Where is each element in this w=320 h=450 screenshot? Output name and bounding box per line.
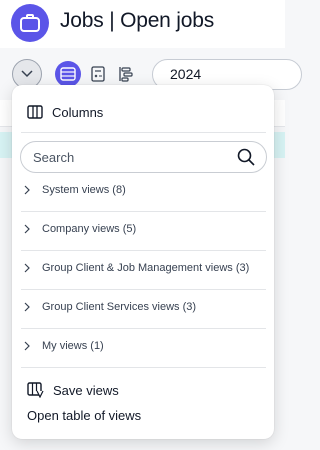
view-group-label: Company views (5) bbox=[42, 223, 137, 235]
view-group-company[interactable]: Company views (5) bbox=[22, 219, 136, 239]
views-menu: Columns System views (8) Company views (… bbox=[12, 85, 274, 439]
chevron-right-icon bbox=[22, 302, 32, 312]
divider bbox=[21, 211, 266, 212]
table-view-button[interactable] bbox=[55, 61, 81, 87]
page-title: Jobs | Open jobs bbox=[60, 9, 215, 32]
open-table-of-views-link[interactable]: Open table of views bbox=[27, 408, 141, 423]
chevron-down-icon bbox=[21, 70, 33, 78]
search-input[interactable] bbox=[33, 142, 223, 172]
search-icon[interactable] bbox=[236, 147, 256, 167]
timeline-icon bbox=[119, 67, 133, 82]
divider bbox=[21, 132, 266, 133]
columns-label: Columns bbox=[52, 104, 104, 120]
view-group-client-services[interactable]: Group Client Services views (3) bbox=[22, 297, 196, 317]
divider bbox=[21, 250, 266, 251]
divider bbox=[21, 367, 266, 368]
save-views-menu-item[interactable]: Save views bbox=[27, 380, 119, 400]
divider bbox=[21, 289, 266, 290]
chevron-right-icon bbox=[22, 224, 32, 234]
chevron-right-icon bbox=[22, 341, 32, 351]
view-group-label: Group Client & Job Management views (3) bbox=[42, 262, 250, 274]
views-search bbox=[20, 141, 267, 173]
save-views-label: Save views bbox=[53, 382, 119, 398]
view-group-system[interactable]: System views (8) bbox=[22, 180, 126, 200]
view-group-label: My views (1) bbox=[42, 340, 104, 352]
timeline-view-button[interactable] bbox=[113, 61, 139, 87]
view-group-client-job-management[interactable]: Group Client & Job Management views (3) bbox=[22, 258, 249, 278]
chevron-right-icon bbox=[22, 185, 32, 195]
briefcase-icon bbox=[11, 4, 49, 42]
calculator-icon bbox=[91, 66, 105, 82]
save-views-icon bbox=[27, 382, 44, 398]
columns-menu-item[interactable]: Columns bbox=[27, 102, 103, 122]
view-group-label: System views (8) bbox=[42, 184, 126, 196]
chevron-right-icon bbox=[22, 263, 32, 273]
view-group-my-views[interactable]: My views (1) bbox=[22, 336, 104, 356]
divider bbox=[21, 328, 266, 329]
app-header: Jobs | Open jobs bbox=[0, 0, 285, 48]
view-group-label: Group Client Services views (3) bbox=[42, 301, 197, 313]
columns-icon bbox=[27, 105, 43, 119]
calculator-button[interactable] bbox=[85, 61, 111, 87]
table-view-icon bbox=[60, 67, 76, 81]
